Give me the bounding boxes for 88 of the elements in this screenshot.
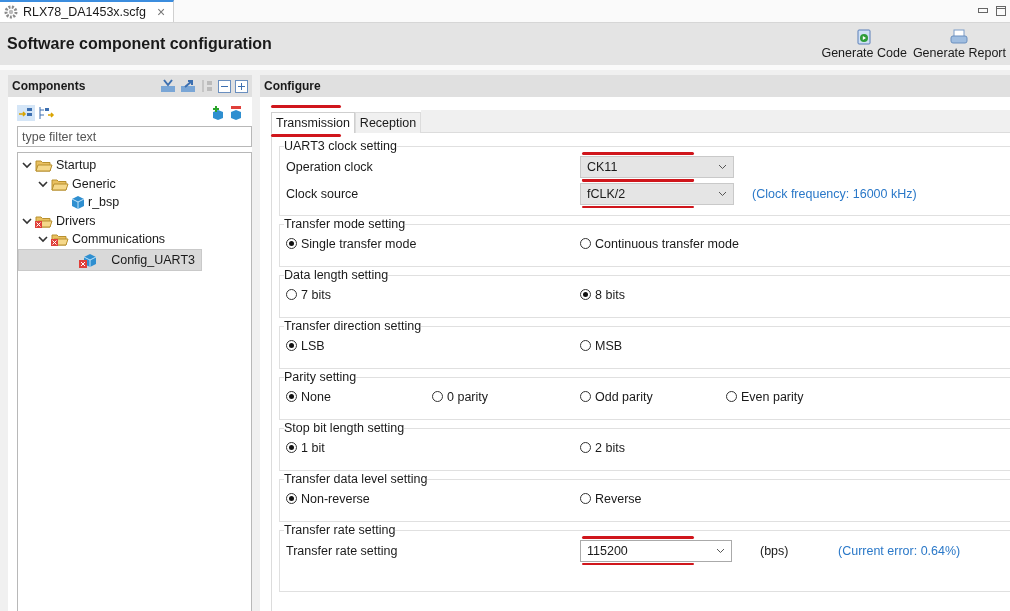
tree-view-icon[interactable] [17, 105, 35, 121]
minimize-icon[interactable] [978, 8, 988, 14]
tree-item[interactable]: Startup [18, 156, 251, 175]
group-title: Stop bit length setting [284, 421, 405, 435]
radio-option[interactable]: 7 bits [286, 287, 331, 302]
radio-button[interactable] [580, 340, 591, 351]
editor-tab[interactable]: RLX78_DA1453x.scfg × [0, 0, 175, 22]
radio-button[interactable] [726, 391, 737, 402]
tree-label: Drivers [56, 213, 96, 228]
tree-label: Generic [72, 176, 116, 191]
group-title: Transfer mode setting [284, 217, 406, 231]
radio-button[interactable] [580, 442, 591, 453]
dropdown[interactable]: CK11 [580, 155, 734, 178]
radio-option[interactable]: None [286, 389, 331, 404]
radio-option[interactable]: 1 bit [286, 440, 325, 455]
filter-field[interactable]: type filter text [17, 126, 252, 147]
radio-option[interactable]: Continuous transfer mode [580, 236, 739, 251]
export-icon[interactable] [180, 79, 196, 93]
group-title: Transfer rate setting [284, 523, 396, 537]
collapse-all-icon[interactable] [218, 79, 231, 93]
close-button[interactable]: × [157, 4, 166, 20]
generate-report-button[interactable]: Generate Report [912, 28, 1006, 60]
tree-item[interactable]: Communications [18, 230, 251, 249]
radio-button[interactable] [286, 391, 297, 402]
radio-option[interactable]: Non-reverse [286, 491, 370, 506]
list-view-icon[interactable] [37, 105, 55, 121]
radio-option[interactable]: Odd parity [580, 389, 653, 404]
radio-button[interactable] [286, 238, 297, 249]
tree-item[interactable]: Config_UART3 [18, 248, 202, 271]
info-text: (Current error: 0.64%) [838, 543, 961, 558]
group-title: Transfer direction setting [284, 319, 422, 333]
radio-option[interactable]: Single transfer mode [286, 236, 417, 251]
radio-button[interactable] [580, 289, 591, 300]
generate-code-button[interactable]: Generate Code [821, 28, 907, 60]
panel-title: Configure [264, 79, 321, 93]
group-title: Transfer data level setting [284, 472, 428, 486]
tree-item[interactable]: Drivers [18, 211, 251, 230]
dropdown[interactable]: 115200 [580, 539, 732, 562]
chevron-icon[interactable] [22, 160, 32, 171]
radio-button[interactable] [286, 493, 297, 504]
remove-component-icon[interactable] [228, 105, 244, 121]
radio-button[interactable] [286, 442, 297, 453]
dropdown[interactable]: fCLK/2 [580, 182, 734, 205]
add-component-icon[interactable] [210, 105, 226, 121]
panel-title: Components [12, 79, 86, 93]
radio-button[interactable] [286, 289, 297, 300]
group-title: Data length setting [284, 268, 389, 282]
radio-button[interactable] [432, 391, 443, 402]
radio-option[interactable]: Reverse [580, 491, 642, 506]
field-label: Clock source [286, 186, 360, 201]
page-title: Software component configuration [7, 35, 272, 53]
tree-item[interactable]: r_bsp [18, 193, 251, 212]
group-title: Parity setting [284, 370, 357, 384]
import-icon[interactable] [160, 79, 176, 93]
radio-button[interactable] [580, 493, 591, 504]
play-document-icon [856, 28, 873, 45]
radio-button[interactable] [580, 391, 591, 402]
chevron-icon[interactable] [38, 178, 48, 189]
field-label: Transfer rate setting [286, 543, 399, 558]
chevron-icon[interactable] [22, 215, 32, 226]
maximize-icon[interactable] [996, 6, 1006, 16]
unit-label: (bps) [760, 543, 790, 558]
tab[interactable]: Transmission [271, 112, 355, 133]
tree-label: Communications [72, 232, 166, 247]
tree-item[interactable]: Generic [18, 174, 251, 193]
radio-button[interactable] [286, 340, 297, 351]
editor-tab-title: RLX78_DA1453x.scfg [23, 5, 146, 19]
radio-option[interactable]: MSB [580, 338, 623, 353]
info-text: (Clock frequency: 16000 kHz) [752, 186, 917, 201]
tree-label: Startup [56, 158, 97, 173]
tree-label: r_bsp [88, 195, 120, 210]
chevron-down-icon [718, 163, 727, 170]
radio-option[interactable]: 8 bits [580, 287, 625, 302]
chevron-down-icon [716, 547, 725, 554]
tree-label: Config_UART3 [111, 252, 195, 267]
printer-icon [950, 28, 969, 45]
chevron-down-icon [718, 190, 727, 197]
field-label: Operation clock [286, 159, 374, 174]
radio-option[interactable]: LSB [286, 338, 325, 353]
chevron-icon[interactable] [38, 234, 48, 245]
gear-icon [4, 5, 18, 19]
tab[interactable]: Reception [354, 112, 422, 133]
radio-option[interactable]: 2 bits [580, 440, 625, 455]
radio-option[interactable]: Even parity [726, 389, 804, 404]
radio-button[interactable] [580, 238, 591, 249]
group-title: UART3 clock setting [284, 139, 397, 153]
radio-option[interactable]: 0 parity [432, 389, 488, 404]
expand-all-icon[interactable] [235, 79, 248, 93]
